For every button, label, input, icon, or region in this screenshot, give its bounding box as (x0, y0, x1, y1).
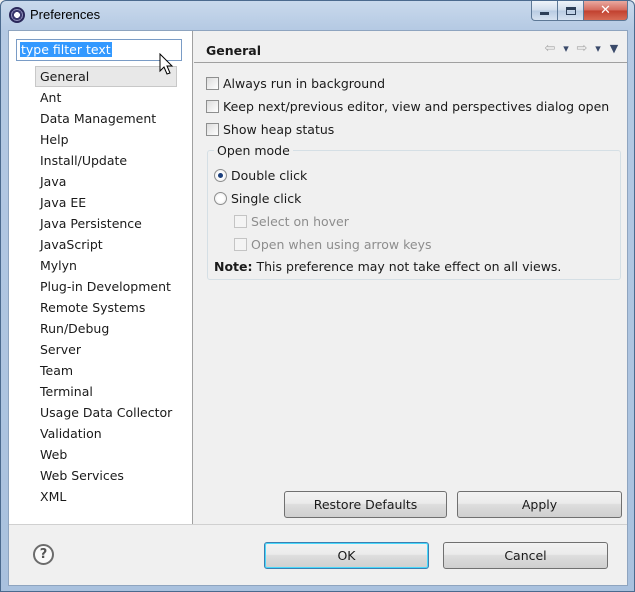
note-text: This preference may not take effect on a… (252, 259, 562, 274)
show-heap-status-checkbox[interactable] (206, 122, 219, 136)
tree-item-install-update[interactable]: Install/Update (35, 150, 177, 171)
tree-item-data-management[interactable]: Data Management (35, 108, 177, 129)
tree-item-general[interactable]: General (35, 66, 178, 87)
open-arrow-keys-checkbox (234, 237, 247, 251)
open-arrow-keys-label: Open when using arrow keys (251, 236, 432, 252)
filter-input-text: type filter text (20, 42, 112, 57)
double-click-option[interactable]: Double click (214, 166, 307, 184)
keep-dialog-open-label: Keep next/previous editor, view and pers… (223, 98, 610, 114)
tree-item-javascript[interactable]: JavaScript (35, 234, 177, 255)
tree-item-plugin-development[interactable]: Plug-in Development (35, 276, 177, 297)
tree-item-usage-data-collector[interactable]: Usage Data Collector (35, 402, 177, 423)
filter-input[interactable]: type filter text (16, 39, 182, 61)
close-icon: ✕ (600, 3, 611, 18)
tree-item-run-debug[interactable]: Run/Debug (35, 318, 177, 339)
window-title: Preferences (30, 7, 101, 22)
caption-buttons: ✕ (531, 1, 628, 21)
show-heap-status-label: Show heap status (223, 121, 335, 137)
note-label: Note: (214, 259, 253, 274)
tree-item-server[interactable]: Server (35, 339, 177, 360)
single-click-radio[interactable] (214, 191, 227, 205)
select-on-hover-checkbox (234, 214, 247, 228)
ok-button[interactable]: OK (264, 542, 429, 569)
tree-item-web[interactable]: Web (35, 444, 177, 465)
select-on-hover-option: Select on hover (234, 212, 349, 230)
page-title: General (206, 43, 261, 58)
run-in-background-option[interactable]: Always run in background (206, 74, 385, 92)
restore-defaults-button[interactable]: Restore Defaults (284, 491, 447, 518)
tree-item-xml[interactable]: XML (35, 486, 177, 507)
run-in-background-label: Always run in background (223, 75, 386, 91)
preference-tree-panel: type filter text General Ant Data Manage… (9, 31, 193, 524)
run-in-background-checkbox[interactable] (206, 76, 219, 90)
title-bar[interactable]: Preferences ✕ (1, 1, 634, 29)
view-menu-icon[interactable]: ▼ (607, 42, 621, 55)
minimize-icon (540, 12, 549, 15)
keep-dialog-open-option[interactable]: Keep next/previous editor, view and pers… (206, 97, 609, 115)
apply-button[interactable]: Apply (457, 491, 622, 518)
preference-tree: General Ant Data Management Help Install… (35, 66, 178, 507)
dialog-client-area: type filter text General Ant Data Manage… (8, 30, 628, 586)
show-heap-status-option[interactable]: Show heap status (206, 120, 334, 138)
button-bar-divider (9, 524, 627, 525)
double-click-label: Double click (231, 167, 308, 183)
tree-item-java-persistence[interactable]: Java Persistence (35, 213, 177, 234)
help-icon[interactable]: ? (33, 544, 54, 565)
tree-item-ant[interactable]: Ant (35, 87, 177, 108)
double-click-radio[interactable] (214, 168, 227, 182)
maximize-icon (565, 6, 576, 15)
keep-dialog-open-checkbox[interactable] (206, 99, 219, 113)
back-arrow-icon[interactable]: ⇦ (543, 41, 557, 56)
mouse-cursor-icon (159, 53, 174, 75)
cancel-button[interactable]: Cancel (443, 542, 608, 569)
open-mode-note: Note: This preference may not take effec… (214, 259, 561, 274)
tree-item-web-services[interactable]: Web Services (35, 465, 177, 486)
back-history-dropdown-icon[interactable]: ▾ (559, 42, 573, 55)
tree-item-java-ee[interactable]: Java EE (35, 192, 177, 213)
forward-history-dropdown-icon[interactable]: ▾ (591, 42, 605, 55)
tree-item-terminal[interactable]: Terminal (35, 381, 177, 402)
eclipse-icon (9, 7, 25, 23)
tree-item-remote-systems[interactable]: Remote Systems (35, 297, 177, 318)
tree-item-team[interactable]: Team (35, 360, 177, 381)
maximize-button[interactable] (558, 1, 584, 21)
open-arrow-keys-option: Open when using arrow keys (234, 235, 432, 253)
tree-item-help[interactable]: Help (35, 129, 177, 150)
minimize-button[interactable] (531, 1, 558, 21)
forward-arrow-icon[interactable]: ⇨ (575, 41, 589, 56)
tree-item-mylyn[interactable]: Mylyn (35, 255, 177, 276)
page-navigation: ⇦ ▾ ⇨ ▾ ▼ (543, 41, 621, 56)
single-click-label: Single click (231, 190, 302, 206)
single-click-option[interactable]: Single click (214, 189, 301, 207)
preferences-window: Preferences ✕ type filter text General A… (0, 0, 635, 592)
open-mode-group-title: Open mode (214, 143, 293, 158)
header-divider (194, 62, 627, 63)
close-button[interactable]: ✕ (584, 1, 628, 21)
select-on-hover-label: Select on hover (251, 213, 349, 229)
tree-item-java[interactable]: Java (35, 171, 177, 192)
tree-item-validation[interactable]: Validation (35, 423, 177, 444)
preference-page: General ⇦ ▾ ⇨ ▾ ▼ Always run in backgrou… (194, 31, 627, 524)
